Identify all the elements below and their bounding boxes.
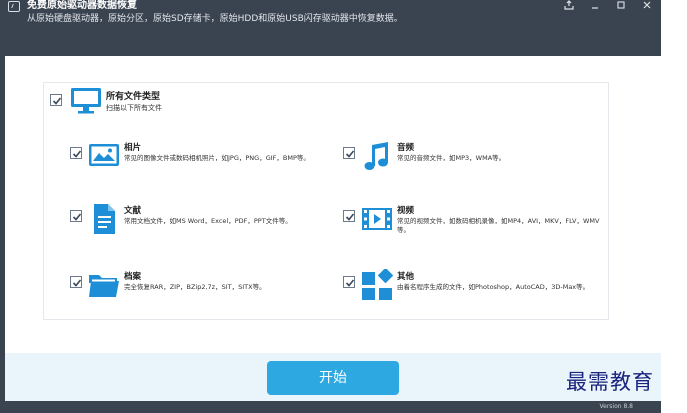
audio-checkbox[interactable]	[343, 147, 355, 159]
archives-desc: 完全恢复RAR，ZIP，BZip2,7z，SIT，SITX等。	[124, 283, 266, 291]
maximize-icon[interactable]	[615, 0, 627, 10]
all-file-types-desc: 扫描以下所有文件	[106, 104, 162, 112]
audio-desc: 常见的音频文件，如MP3，WMA等。	[397, 154, 506, 162]
all-file-types-checkbox[interactable]	[50, 94, 62, 106]
minimize-icon[interactable]	[589, 0, 601, 10]
page: 免费原始驱动器数据恢复 从原始硬盘驱动器，原始分区，原始SD存储卡，原始HDD和…	[0, 0, 687, 413]
documents-checkbox[interactable]	[70, 210, 82, 222]
documents-desc: 常用文档文件，如MS Word，Excel，PDF，PPT文件等。	[124, 217, 292, 225]
document-icon	[94, 204, 115, 234]
footer-bar: 开始	[5, 353, 661, 401]
category-documents[interactable]: 文献 常用文档文件，如MS Word，Excel，PDF，PPT文件等。	[70, 203, 330, 253]
category-video[interactable]: 视频 常见的视频文件，如数码相机录像，如MP4，AVI，MKV，FLV，WMV等…	[343, 203, 603, 253]
photos-title: 相片	[124, 143, 142, 153]
status-bar: Version 8.8	[0, 401, 661, 413]
music-icon	[364, 142, 388, 170]
other-checkbox[interactable]	[343, 276, 355, 288]
app-logo-icon	[8, 1, 20, 12]
folder-icon	[89, 275, 119, 297]
category-photos[interactable]: 相片 常见的图像文件或数码相机照片，如JPG，PNG，GIF，BMP等。	[70, 140, 330, 190]
category-audio[interactable]: 音频 常见的音频文件，如MP3，WMA等。	[343, 140, 603, 190]
content-area: 所有文件类型 扫描以下所有文件 相片 常见的图像文件或数码相机照片，如JPG，P…	[5, 56, 661, 353]
close-icon[interactable]	[641, 0, 653, 10]
other-title: 其他	[397, 272, 415, 282]
window-title: 免费原始驱动器数据恢复	[27, 0, 137, 11]
watermark-text: 最需教育	[566, 370, 654, 394]
other-apps-icon	[362, 269, 393, 300]
photos-checkbox[interactable]	[70, 147, 82, 159]
start-button[interactable]: 开始	[267, 361, 399, 395]
category-other[interactable]: 其他 由着名程序生成的文件，如Photoshop，AutoCAD，3D-Max等…	[343, 269, 603, 319]
category-archives[interactable]: 档案 完全恢复RAR，ZIP，BZip2,7z，SIT，SITX等。	[70, 269, 330, 319]
audio-title: 音频	[397, 143, 415, 153]
other-desc: 由着名程序生成的文件，如Photoshop，AutoCAD，3D-Max等。	[397, 283, 590, 291]
archives-title: 档案	[124, 272, 142, 282]
title-bar: 免费原始驱动器数据恢复 从原始硬盘驱动器，原始分区，原始SD存储卡，原始HDD和…	[0, 0, 661, 56]
photo-icon	[89, 144, 119, 166]
all-file-types-title: 所有文件类型	[106, 92, 161, 102]
archives-checkbox[interactable]	[70, 276, 82, 288]
file-type-panel: 所有文件类型 扫描以下所有文件 相片 常见的图像文件或数码相机照片，如JPG，P…	[43, 82, 609, 320]
window-controls	[563, 0, 653, 12]
video-desc: 常见的视频文件，如数码相机录像，如MP4，AVI，MKV，FLV，WMV等。	[397, 217, 600, 234]
video-checkbox[interactable]	[343, 210, 355, 222]
app-window: 免费原始驱动器数据恢复 从原始硬盘驱动器，原始分区，原始SD存储卡，原始HDD和…	[0, 0, 661, 413]
documents-title: 文献	[124, 206, 142, 216]
photos-desc: 常见的图像文件或数码相机照片，如JPG，PNG，GIF，BMP等。	[124, 154, 310, 162]
monitor-icon	[71, 88, 101, 114]
video-icon	[362, 208, 392, 230]
upload-icon[interactable]	[563, 0, 575, 10]
video-title: 视频	[397, 206, 415, 216]
window-subtitle: 从原始硬盘驱动器，原始分区，原始SD存储卡，原始HDD和原始USB闪存驱动器中恢…	[27, 14, 403, 24]
version-label: Version 8.8	[599, 403, 633, 410]
